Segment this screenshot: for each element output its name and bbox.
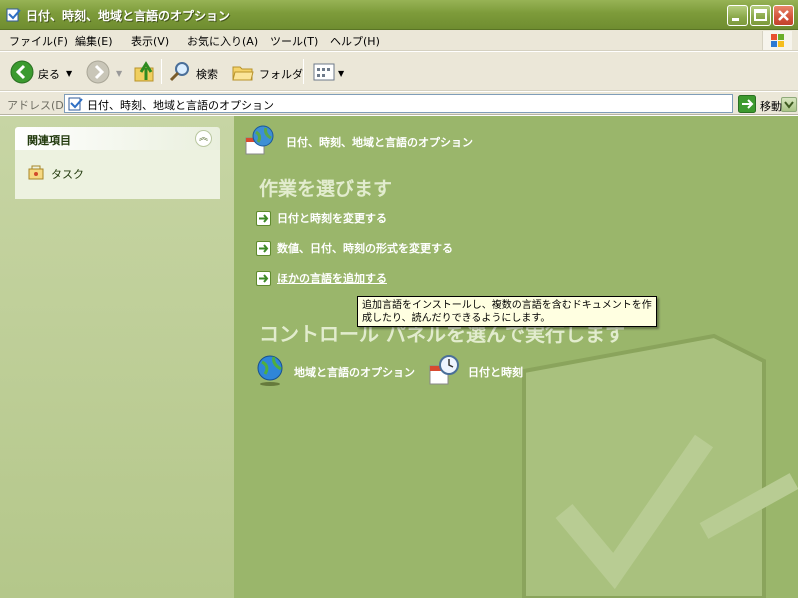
green-arrow-icon [256,240,271,256]
task-label: ほかの言語を追加する [277,272,387,285]
back-arrow-icon [10,60,34,87]
folders-label: フォルダ [259,67,303,81]
back-button[interactable]: 戻る ▼ [10,60,72,87]
forward-dropdown-icon[interactable]: ▼ [116,69,122,78]
green-arrow-icon [256,210,271,226]
control-panel-icon [68,96,84,115]
globe-clock-icon [244,124,276,159]
go-arrow-icon [738,95,756,116]
close-button[interactable] [773,5,794,26]
page-header: 日付、時刻、地域と言語のオプション [244,124,473,159]
collapse-chevron-icon[interactable]: ︽ [195,130,212,147]
regional-language-options-item[interactable]: 地域と言語のオプション [256,354,415,389]
address-dropdown-button[interactable] [781,97,797,112]
go-label: 移動 [760,99,782,113]
toolbar-separator [161,59,162,84]
menu-view[interactable]: 表示(V) [131,33,169,49]
clock-calendar-icon [428,354,460,389]
menu-tools[interactable]: ツール(T) [270,33,318,49]
window-title: 日付、時刻、地域と言語のオプション [26,9,231,23]
task-icon [27,163,45,184]
search-label: 検索 [196,67,218,81]
views-dropdown-icon[interactable]: ▼ [338,69,344,78]
see-also-panel: 関連項目 ︽ タスク [15,127,220,203]
sidebar-item-task[interactable]: タスク [27,163,84,184]
title-bar[interactable]: 日付、時刻、地域と言語のオプション [0,0,798,30]
up-folder-button[interactable] [133,60,157,87]
task-heading: 作業を選びます [259,178,393,200]
up-folder-icon [133,60,157,87]
forward-arrow-icon [86,60,110,87]
task-add-languages[interactable]: ほかの言語を追加する [256,270,387,286]
see-also-title: 関連項目 [27,134,71,147]
toolbar-separator [303,59,304,84]
menu-file[interactable]: ファイル(F) [9,33,68,49]
tooltip: 追加言語をインストールし、複数の言語を含むドキュメントを作 成したり、読んだりで… [357,296,657,327]
address-field[interactable]: 日付、時刻、地域と言語のオプション [64,94,797,115]
menu-favorites[interactable]: お気に入り(A) [187,33,258,49]
date-time-item[interactable]: 日付と時刻 [428,354,523,389]
back-dropdown-icon[interactable]: ▼ [66,69,72,78]
menu-help[interactable]: ヘルプ(H) [330,33,380,49]
views-button[interactable]: ▼ [312,60,344,87]
checkmark-watermark-icon [504,331,798,598]
address-bar: アドレス(D) 日付、時刻、地域と言語のオプション 移動 [0,92,798,115]
maximize-button[interactable] [750,5,771,26]
address-value[interactable]: 日付、時刻、地域と言語のオプション [87,97,274,113]
tooltip-line: 成したり、読んだりできるようにします。 [362,313,551,324]
menu-edit[interactable]: 編集(E) [75,33,113,49]
folder-icon [231,60,255,87]
globe-icon [256,354,286,389]
sidebar-item-label: タスク [51,167,84,181]
address-label: アドレス(D) [7,99,69,112]
search-button[interactable]: 検索 [168,60,218,87]
cp-item-label: 地域と言語のオプション [294,365,415,379]
views-icon [312,60,336,87]
page-title: 日付、時刻、地域と言語のオプション [286,135,473,149]
cp-item-label: 日付と時刻 [468,365,523,379]
forward-button[interactable]: ▼ [86,60,122,87]
back-label: 戻る [38,67,60,81]
task-change-date-time[interactable]: 日付と時刻を変更する [256,210,387,226]
main-content: 日付、時刻、地域と言語のオプション 作業を選びます 日付と時刻を変更する 数値、… [234,116,798,598]
control-panel-icon [6,7,22,23]
folders-button[interactable]: フォルダ [231,60,303,87]
minimize-button[interactable] [727,5,748,26]
see-also-body: タスク [15,150,220,199]
task-change-formats[interactable]: 数値、日付、時刻の形式を変更する [256,240,453,256]
task-pane: 関連項目 ︽ タスク [0,116,234,598]
green-arrow-icon [256,270,271,286]
task-label: 数値、日付、時刻の形式を変更する [277,242,453,255]
search-icon [168,60,192,87]
toolbar: 戻る ▼ ▼ 検索 フォルダ ▼ [0,52,798,91]
tooltip-line: 追加言語をインストールし、複数の言語を含むドキュメントを作 [362,300,652,311]
menu-bar: ファイル(F) 編集(E) 表示(V) お気に入り(A) ツール(T) ヘルプ(… [0,30,798,51]
windows-logo-icon [762,31,792,50]
task-label: 日付と時刻を変更する [277,212,387,225]
go-button[interactable]: 移動 [738,95,782,116]
see-also-header[interactable]: 関連項目 ︽ [15,127,220,150]
